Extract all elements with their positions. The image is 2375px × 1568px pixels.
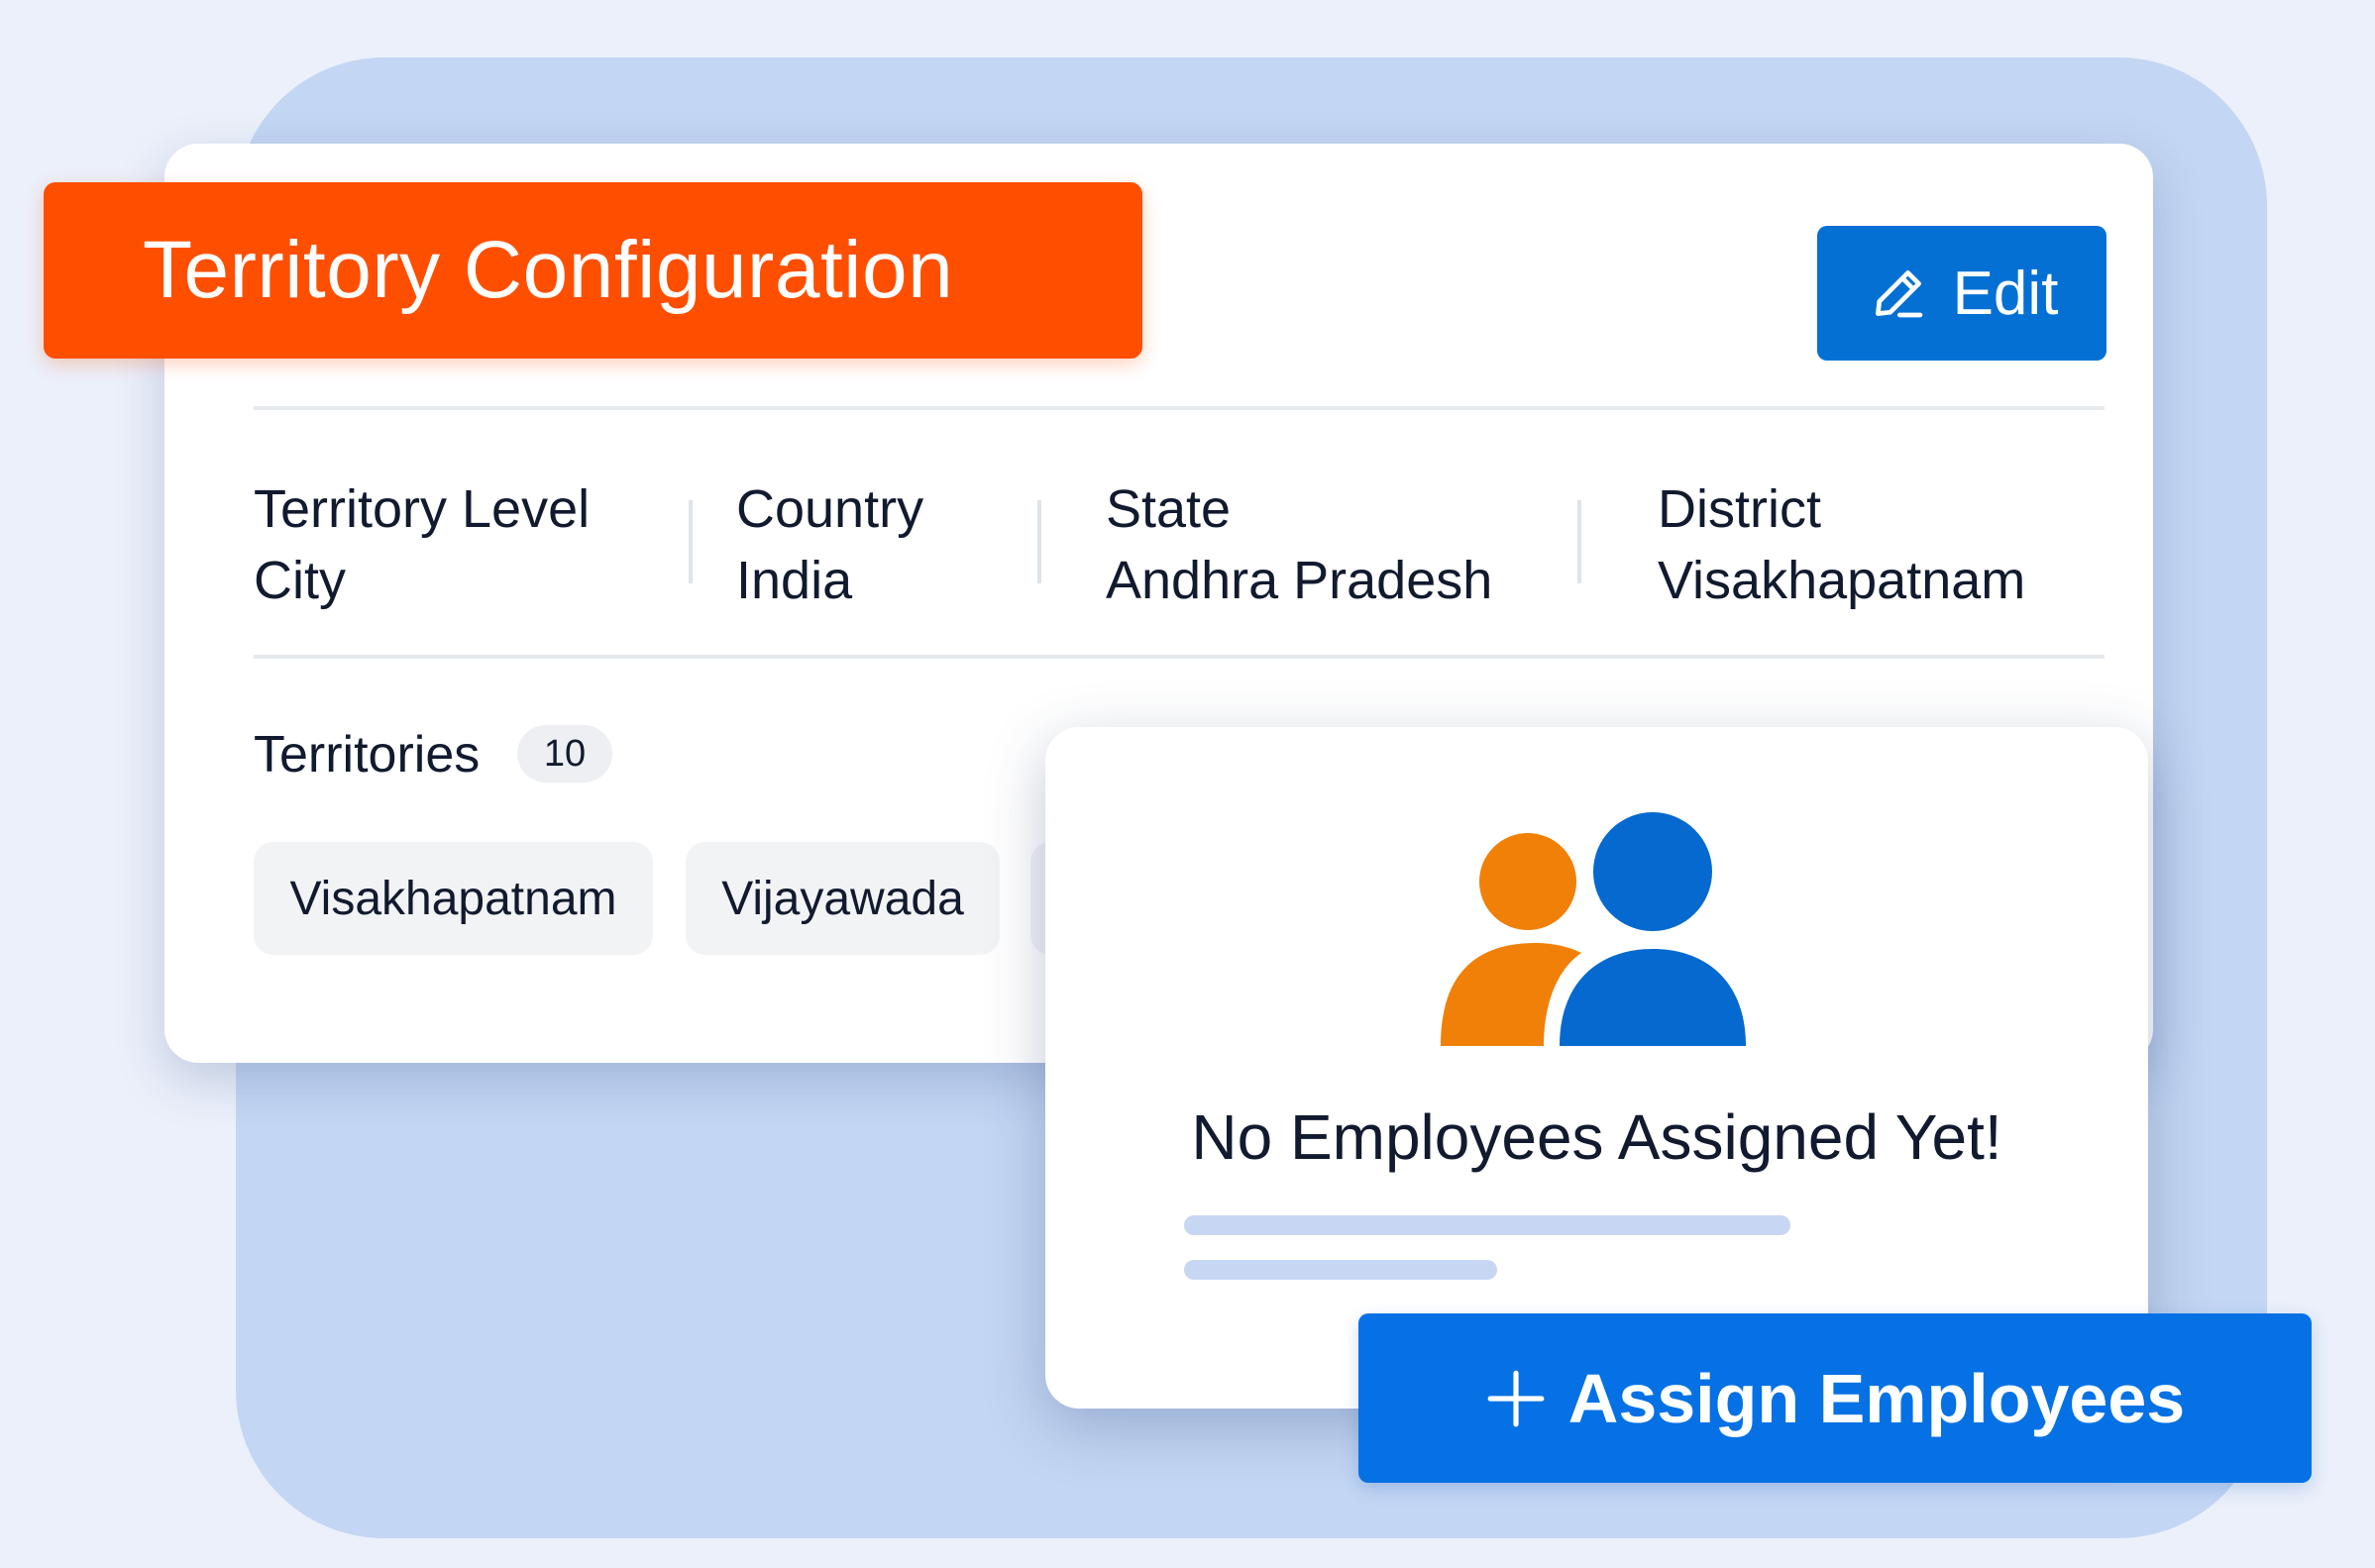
users-icon xyxy=(1441,812,1746,1046)
field-value: City xyxy=(254,551,346,610)
territories-label: Territories xyxy=(254,726,481,784)
pencil-icon xyxy=(1875,270,1922,318)
field-separator xyxy=(1037,500,1041,583)
field-value: Andhra Pradesh xyxy=(1106,551,1493,610)
skeleton-line xyxy=(1184,1215,1790,1235)
field-value: India xyxy=(736,551,853,610)
field-country: Country India xyxy=(736,473,923,616)
empty-state-title: No Employees Assigned Yet! xyxy=(1191,1101,2002,1173)
edit-button[interactable]: Edit xyxy=(1817,226,2106,361)
page-title-banner: Territory Configuration xyxy=(44,182,1142,359)
edit-button-label: Edit xyxy=(1952,259,2059,328)
field-state: State Andhra Pradesh xyxy=(1106,473,1492,616)
field-district: District Visakhapatnam xyxy=(1658,473,2025,616)
territories-count-badge: 10 xyxy=(517,725,612,783)
page-title: Territory Configuration xyxy=(143,225,954,315)
field-separator xyxy=(1577,500,1581,583)
plus-icon xyxy=(1487,1370,1545,1426)
field-separator xyxy=(689,500,693,583)
field-label: State xyxy=(1106,479,1232,539)
assign-button-label: Assign Employees xyxy=(1567,1359,2186,1437)
skeleton-line xyxy=(1184,1260,1497,1280)
field-territory-level: Territory Level City xyxy=(254,473,590,616)
header-divider xyxy=(254,406,2105,410)
field-value: Visakhapatnam xyxy=(1658,551,2026,610)
fields-divider xyxy=(254,655,2105,659)
field-label: District xyxy=(1658,479,1821,539)
assign-employees-button[interactable]: Assign Employees xyxy=(1358,1313,2312,1483)
field-label: Territory Level xyxy=(254,479,591,539)
territory-chip[interactable]: Vijayawada xyxy=(686,842,1000,955)
territory-chip[interactable]: Visakhapatnam xyxy=(254,842,653,955)
field-label: Country xyxy=(736,479,924,539)
